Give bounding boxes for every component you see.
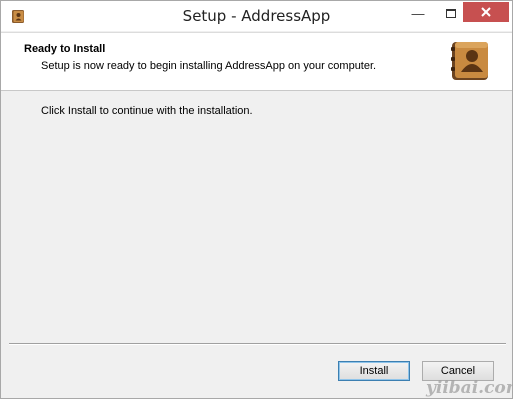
- header-title: Ready to Install: [24, 43, 106, 55]
- watermark: yiibai.com: [426, 378, 513, 398]
- header-subtitle: Setup is now ready to begin installing A…: [41, 60, 377, 72]
- wizard-header: Ready to Install Setup is now ready to b…: [1, 32, 512, 91]
- maximize-icon: [446, 8, 456, 18]
- footer-divider: [9, 343, 506, 345]
- close-icon: [481, 7, 491, 17]
- title-bar[interactable]: Setup - AddressApp —: [1, 1, 512, 31]
- minimize-button[interactable]: —: [402, 2, 434, 24]
- install-button[interactable]: Install: [338, 361, 410, 381]
- address-book-icon: [451, 42, 488, 80]
- close-button[interactable]: [463, 2, 509, 22]
- setup-window: Setup - AddressApp — Ready to Install Se…: [0, 0, 513, 399]
- instruction-text: Click Install to continue with the insta…: [41, 105, 253, 117]
- minimize-icon: —: [411, 5, 425, 21]
